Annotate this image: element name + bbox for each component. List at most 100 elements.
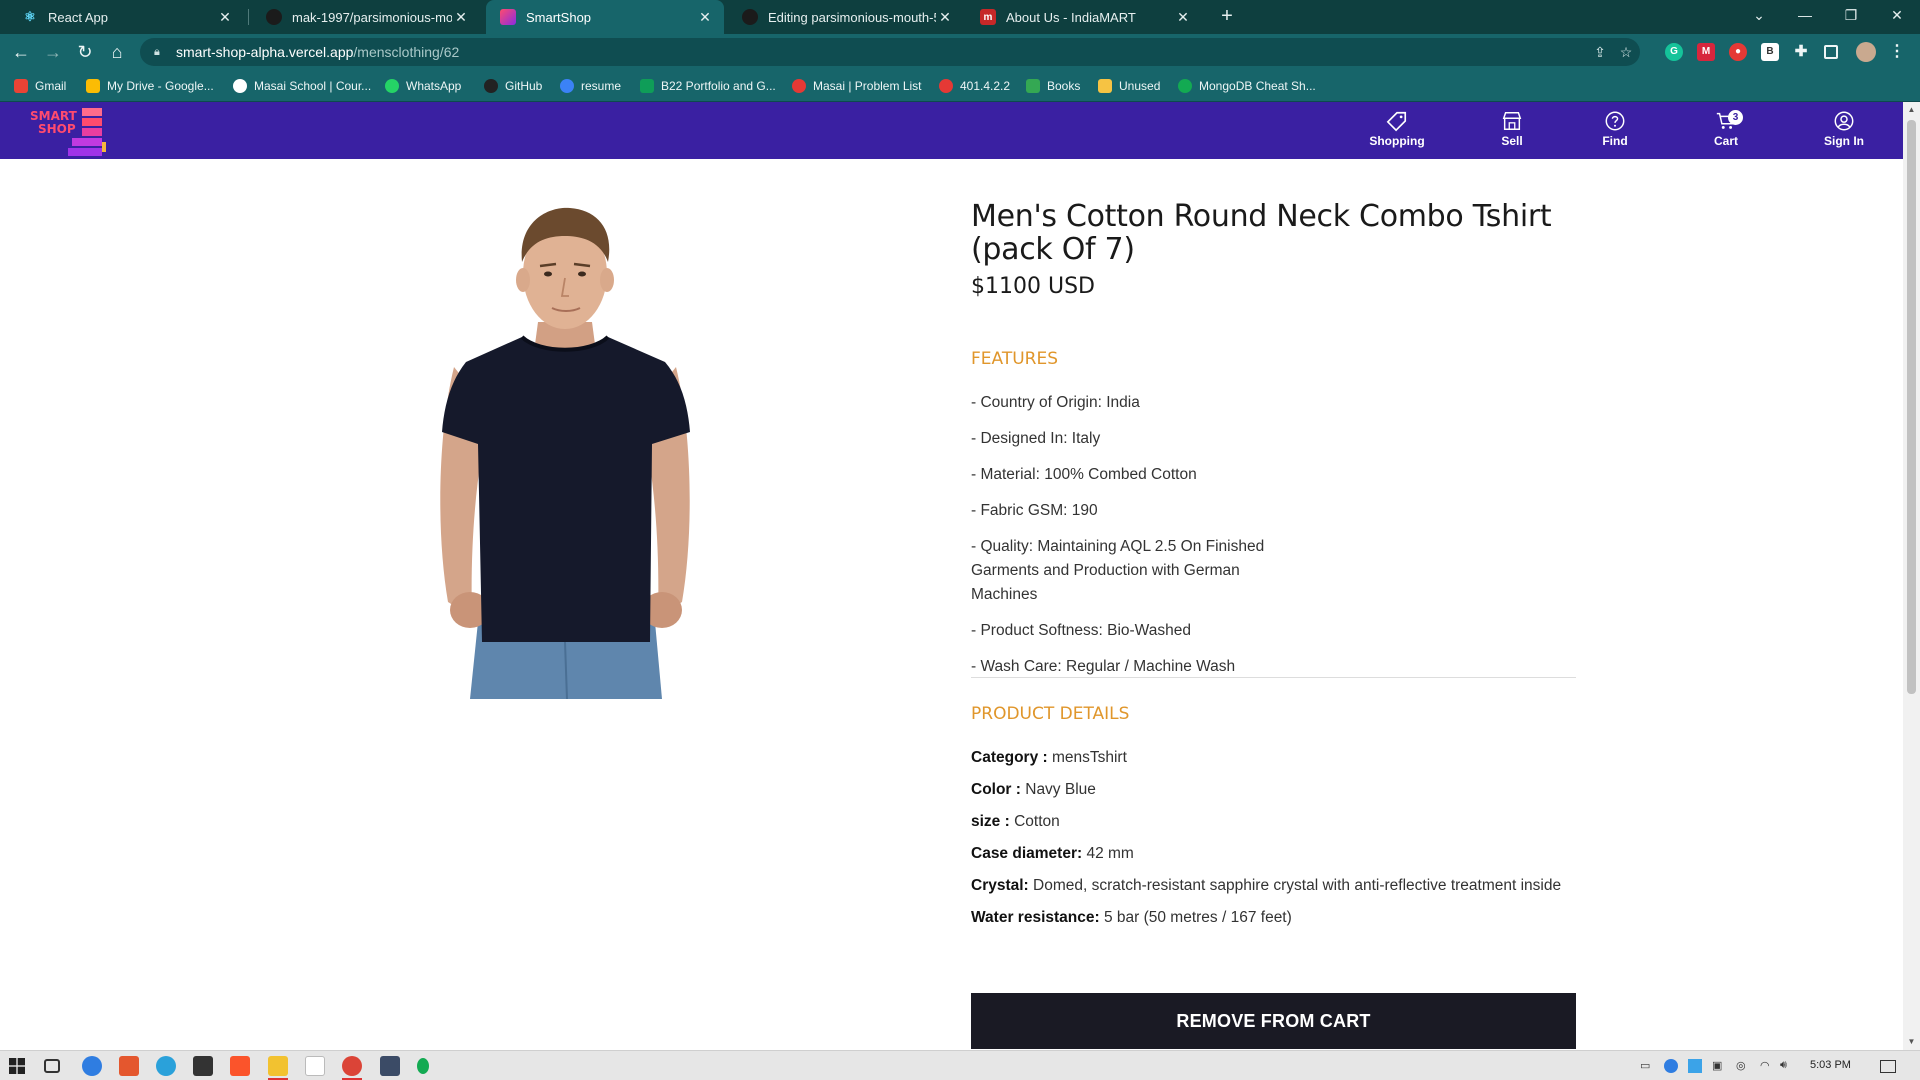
bookmark-unused[interactable]: Unused	[1098, 77, 1160, 95]
features-heading: FEATURES	[971, 349, 1059, 369]
nav-sign-in[interactable]: Sign In	[1804, 110, 1884, 148]
site-header: SMART SHOP Shopping Sell Find 3 Cart Sig…	[0, 102, 1903, 159]
close-window-icon[interactable]: ✕	[1874, 0, 1920, 30]
remove-from-cart-button[interactable]: REMOVE FROM CART	[971, 993, 1576, 1049]
app-icon-red[interactable]	[119, 1056, 139, 1076]
tray-app-icon[interactable]	[1688, 1059, 1702, 1073]
tab-react-app[interactable]: ⚛ React App ✕	[8, 0, 244, 34]
detail-value: mensTshirt	[1047, 749, 1127, 766]
url-bar[interactable]: 🔒︎ smart-shop-alpha.vercel.app/menscloth…	[140, 38, 1640, 66]
telegram-icon[interactable]	[156, 1056, 176, 1076]
nav-sell[interactable]: Sell	[1472, 110, 1552, 148]
minimize-icon[interactable]: —	[1782, 0, 1828, 30]
tray-device-icon[interactable]: ◎	[1736, 1059, 1746, 1072]
product-price: $1100 USD	[971, 274, 1095, 299]
bookmark-masai-problem-list[interactable]: Masai | Problem List	[792, 77, 922, 95]
app-icon-blue[interactable]	[82, 1056, 102, 1076]
detail-label: Category :	[971, 749, 1048, 766]
taskbar-clock[interactable]: 5:03 PM	[1810, 1059, 1851, 1071]
page-scrollbar[interactable]: ▲ ▼	[1903, 102, 1920, 1050]
forward-icon[interactable]: →	[42, 41, 64, 63]
nav-find[interactable]: Find	[1575, 110, 1655, 148]
detail-value: Domed, scratch-resistant sapphire crysta…	[1028, 877, 1562, 894]
notifications-icon[interactable]	[1880, 1060, 1896, 1073]
lock-icon: 🔒︎	[154, 46, 160, 58]
tab-github-repo[interactable]: mak-1997/parsimonious-mouth- ✕	[252, 0, 480, 34]
task-view-icon[interactable]	[44, 1059, 60, 1073]
tray-app-icon[interactable]	[1664, 1059, 1678, 1073]
nav-cart[interactable]: 3 Cart	[1686, 110, 1766, 148]
reload-icon[interactable]: ↻	[74, 41, 96, 63]
bookmark-whatsapp[interactable]: WhatsApp	[385, 77, 461, 95]
tab-separator	[248, 9, 249, 25]
bookmark-401[interactable]: 401.4.2.2	[939, 77, 1010, 95]
bookmark-b22-portfolio[interactable]: B22 Portfolio and G...	[640, 77, 776, 95]
bookmark-resume[interactable]: resume	[560, 77, 621, 95]
extensions-puzzle-icon[interactable]: ✚	[1792, 43, 1810, 61]
grammarly-extension-icon[interactable]: G	[1665, 43, 1683, 61]
feature-item: - Material: 100% Combed Cotton	[971, 466, 1197, 483]
bookmark-github[interactable]: GitHub	[484, 77, 542, 95]
bookmark-star-icon[interactable]: ☆	[1616, 42, 1636, 62]
tab-search-icon[interactable]: ⌄	[1736, 0, 1782, 30]
mail-extension-icon[interactable]: M	[1697, 43, 1715, 61]
tab-editing-repo[interactable]: Editing parsimonious-mouth-525 ✕	[728, 0, 964, 34]
tab-indiamart[interactable]: m About Us - IndiaMART ✕	[966, 0, 1202, 34]
product-details-list: Category : mensTshirt Color : Navy Blue …	[971, 746, 1576, 930]
close-tab-icon[interactable]: ✕	[452, 9, 470, 26]
terminal-icon[interactable]	[193, 1056, 213, 1076]
scroll-thumb[interactable]	[1907, 120, 1916, 694]
feature-item: - Fabric GSM: 190	[971, 502, 1098, 519]
windows-start-icon[interactable]	[9, 1058, 25, 1074]
close-tab-icon[interactable]: ✕	[696, 9, 714, 26]
bitly-extension-icon[interactable]: B	[1761, 43, 1779, 61]
detail-row: Crystal: Domed, scratch-resistant sapphi…	[971, 874, 1576, 898]
github-favicon-icon	[742, 9, 758, 25]
notepad-icon[interactable]	[305, 1056, 325, 1076]
bookmark-masai-school[interactable]: Masai School | Cour...	[233, 77, 371, 95]
detail-row: Case diameter: 42 mm	[971, 842, 1576, 866]
restore-icon[interactable]: ❐	[1828, 0, 1874, 30]
bookmark-my-drive[interactable]: My Drive - Google...	[86, 77, 214, 95]
chrome-icon[interactable]	[342, 1056, 362, 1076]
wifi-icon[interactable]: ◠	[1760, 1059, 1770, 1072]
brave-icon[interactable]	[230, 1056, 250, 1076]
nav-shopping[interactable]: Shopping	[1357, 110, 1437, 148]
pokeball-extension-icon[interactable]: ●	[1729, 43, 1747, 61]
back-icon[interactable]: ←	[10, 41, 32, 63]
play-books-icon	[1026, 79, 1040, 93]
scroll-up-icon[interactable]: ▲	[1903, 102, 1920, 118]
profile-avatar-icon[interactable]	[1856, 42, 1876, 62]
file-explorer-icon[interactable]	[268, 1056, 288, 1076]
detail-row: Category : mensTshirt	[971, 746, 1576, 770]
detail-row: Water resistance: 5 bar (50 metres / 167…	[971, 906, 1576, 930]
detail-label: size :	[971, 813, 1010, 830]
browser-menu-icon[interactable]: ⋮	[1888, 43, 1906, 61]
app-icon-dark[interactable]	[380, 1056, 400, 1076]
browser-tab-strip: ⚛ React App ✕ mak-1997/parsimonious-mout…	[0, 0, 1920, 34]
share-icon[interactable]: ⇪	[1590, 42, 1610, 62]
volume-icon[interactable]: 🔊︎	[1780, 1059, 1787, 1072]
close-tab-icon[interactable]: ✕	[216, 9, 234, 26]
logo-text: SMART SHOP	[30, 109, 77, 136]
new-tab-icon[interactable]: +	[1215, 5, 1239, 29]
close-tab-icon[interactable]: ✕	[1174, 9, 1192, 26]
home-icon[interactable]: ⌂	[106, 41, 128, 63]
cart-count-badge: 3	[1728, 110, 1743, 125]
close-tab-icon[interactable]: ✕	[936, 9, 954, 26]
bookmark-mongodb[interactable]: MongoDB Cheat Sh...	[1178, 77, 1316, 95]
smartshop-logo[interactable]: SMART SHOP	[30, 106, 110, 158]
tag-icon	[1386, 111, 1407, 132]
tray-icon[interactable]: ▭	[1640, 1059, 1650, 1072]
tab-smartshop[interactable]: SmartShop ✕	[486, 0, 724, 34]
mongodb-compass-icon[interactable]	[417, 1058, 429, 1074]
bookmark-books[interactable]: Books	[1026, 77, 1080, 95]
bookmark-gmail[interactable]: Gmail	[14, 77, 66, 95]
side-panel-icon[interactable]	[1824, 45, 1838, 59]
scroll-down-icon[interactable]: ▼	[1903, 1034, 1920, 1050]
tray-display-icon[interactable]: ▣	[1712, 1059, 1722, 1072]
store-icon	[1502, 112, 1522, 130]
detail-label: Case diameter:	[971, 845, 1083, 862]
section-divider	[971, 677, 1576, 678]
detail-label: Color :	[971, 781, 1021, 798]
